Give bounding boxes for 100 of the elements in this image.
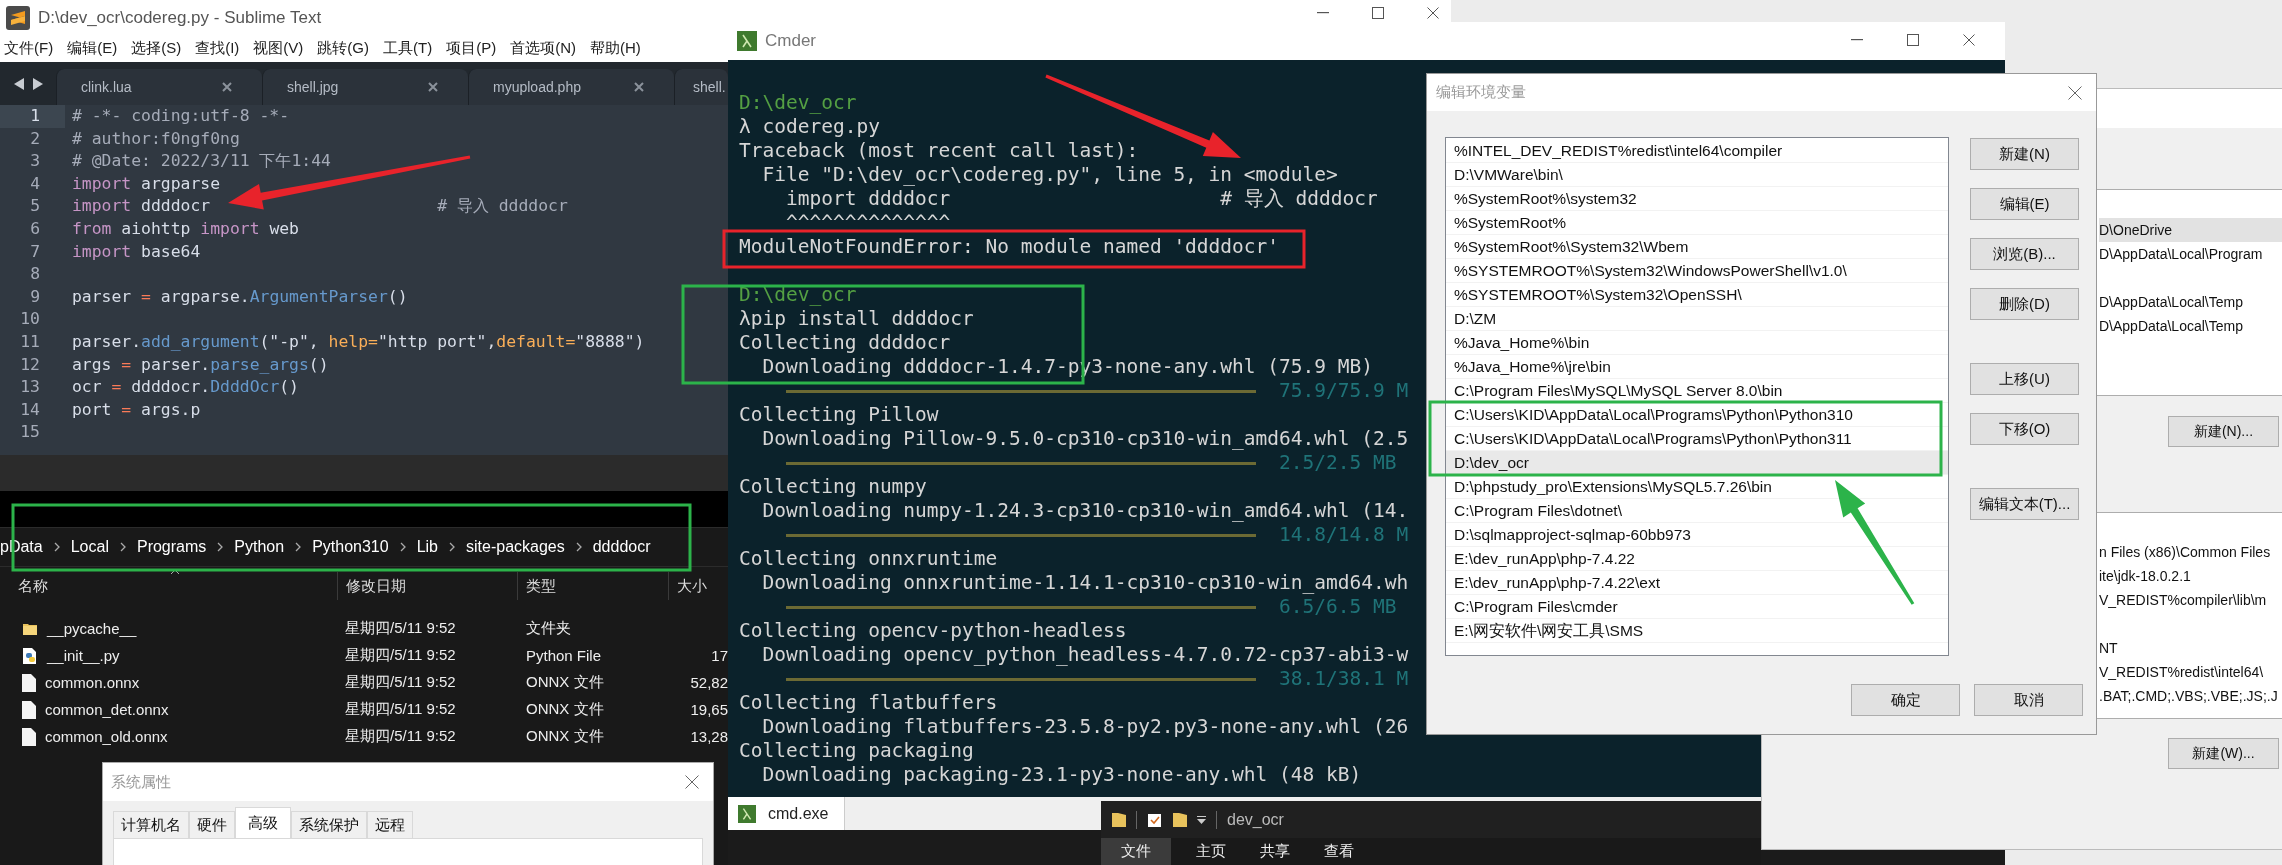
variable-row[interactable]: D\OneDrive bbox=[2099, 218, 2282, 242]
column-header[interactable]: 名称 bbox=[18, 576, 48, 596]
close-icon[interactable] bbox=[222, 82, 232, 92]
path-entry[interactable]: D:\VMWare\bin\ bbox=[1446, 163, 1948, 187]
ribbon-tab[interactable]: 主页 bbox=[1179, 838, 1243, 865]
dialog-button[interactable]: 下移(O) bbox=[1970, 413, 2079, 445]
dialog-button[interactable]: 删除(D) bbox=[1970, 288, 2079, 320]
variable-row[interactable]: V_REDIST%redist\intel64\ bbox=[2099, 660, 2282, 684]
dialog-tab[interactable]: 远程 bbox=[367, 811, 413, 838]
folder-icon[interactable] bbox=[1112, 811, 1126, 828]
menu-item[interactable]: 文件(F) bbox=[4, 39, 54, 58]
close-icon[interactable] bbox=[1963, 34, 1975, 46]
menu-item[interactable]: 首选项(N) bbox=[510, 39, 576, 58]
path-entry[interactable]: %Java_Home%\jre\bin bbox=[1446, 355, 1948, 379]
close-icon[interactable] bbox=[428, 82, 438, 92]
checkbox-icon[interactable] bbox=[1147, 811, 1163, 828]
variable-row[interactable]: ite\jdk-18.0.2.1 bbox=[2099, 564, 2282, 588]
path-entry[interactable]: D:\dev_ocr bbox=[1446, 451, 1948, 475]
path-entry[interactable]: %Java_Home%\bin bbox=[1446, 331, 1948, 355]
dialog-button[interactable]: 新建(N) bbox=[1970, 138, 2079, 170]
path-entry[interactable]: C:\Users\KID\AppData\Local\Programs\Python\Python310 bbox=[1446, 403, 1948, 427]
path-entry[interactable]: %SystemRoot%\system32 bbox=[1446, 187, 1948, 211]
file-name[interactable]: __init__.py bbox=[47, 647, 120, 664]
variable-row[interactable]: .BAT;.CMD;.VBS;.VBE;.JS;.J bbox=[2099, 684, 2282, 708]
new-button[interactable]: 新建(W)... bbox=[2168, 738, 2279, 769]
line-number: 5 bbox=[29, 195, 41, 218]
dropdown-caret-icon[interactable] bbox=[1197, 815, 1206, 824]
path-entry[interactable]: %SYSTEMROOT%\System32\OpenSSH\ bbox=[1446, 283, 1948, 307]
editor-tab[interactable]: myupload.php bbox=[468, 69, 674, 105]
breadcrumb-item[interactable]: Programs bbox=[136, 538, 207, 556]
dialog-tab[interactable]: 计算机名 bbox=[113, 811, 189, 838]
dialog-button[interactable]: 上移(U) bbox=[1970, 363, 2079, 395]
dialog-button[interactable]: 确定 bbox=[1851, 684, 1960, 716]
editor-tab[interactable]: shell. bbox=[674, 69, 728, 105]
menu-item[interactable]: 视图(V) bbox=[253, 39, 304, 58]
line-number: 13 bbox=[19, 376, 41, 399]
file-name[interactable]: __pycache__ bbox=[47, 620, 137, 637]
minimize-icon[interactable] bbox=[1317, 12, 1329, 14]
close-icon[interactable] bbox=[685, 775, 699, 789]
menu-item[interactable]: 项目(P) bbox=[446, 39, 497, 58]
forward-arrow-icon[interactable] bbox=[32, 77, 43, 90]
variable-row[interactable]: n Files (x86)\Common Files bbox=[2099, 540, 2282, 564]
menu-item[interactable]: 编辑(E) bbox=[67, 39, 118, 58]
dialog-button[interactable]: 浏览(B)... bbox=[1970, 238, 2079, 270]
path-entry[interactable]: %INTEL_DEV_REDIST%redist\intel64\compiler bbox=[1446, 139, 1948, 163]
ribbon-tab[interactable]: 文件 bbox=[1101, 838, 1171, 865]
file-name[interactable]: common.onnx bbox=[45, 674, 140, 691]
terminal-line: Collecting flatbuffers bbox=[739, 691, 999, 715]
terminal-line: Collecting onnxruntime bbox=[739, 547, 999, 571]
path-entry[interactable]: E:\网安软件\网安工具\SMS bbox=[1446, 619, 1948, 643]
editor-tab[interactable]: clink.lua bbox=[56, 69, 262, 105]
breadcrumb-item[interactable]: Local bbox=[70, 538, 109, 556]
back-arrow-icon[interactable] bbox=[13, 77, 24, 90]
variable-row[interactable]: D\AppData\Local\Program bbox=[2099, 242, 2282, 266]
breadcrumb-item[interactable]: site-packages bbox=[466, 538, 565, 556]
terminal-line: Collecting ddddocr bbox=[739, 331, 952, 355]
close-icon[interactable] bbox=[634, 82, 644, 92]
path-entry[interactable]: C:\Program Files\MySQL\MySQL Server 8.0\bin bbox=[1446, 379, 1948, 403]
terminal-line: ModuleNotFoundError: No module named 'ddddocr' bbox=[739, 235, 1281, 259]
menu-item[interactable]: 工具(T) bbox=[383, 39, 433, 58]
dialog-button[interactable]: 编辑文本(T)... bbox=[1970, 488, 2079, 520]
new-button[interactable]: 新建(N)... bbox=[2168, 416, 2279, 447]
dialog-button[interactable]: 取消 bbox=[1974, 684, 2083, 716]
editor-tab[interactable]: shell.jpg bbox=[262, 69, 468, 105]
dialog-tab[interactable]: 硬件 bbox=[189, 811, 235, 838]
path-entry[interactable]: %SystemRoot% bbox=[1446, 211, 1948, 235]
variable-row[interactable]: D\AppData\Local\Temp bbox=[2099, 290, 2282, 314]
menu-item[interactable]: 帮助(H) bbox=[590, 39, 641, 58]
folder-icon[interactable] bbox=[1173, 811, 1187, 828]
maximize-icon[interactable] bbox=[1372, 7, 1384, 19]
minimize-icon[interactable] bbox=[1851, 39, 1863, 41]
path-entry[interactable]: C:\Program Files\cmder bbox=[1446, 595, 1948, 619]
ribbon-tab[interactable]: 共享 bbox=[1243, 838, 1307, 865]
column-header[interactable]: 修改日期 bbox=[346, 576, 406, 596]
line-number: 3 bbox=[29, 150, 41, 173]
path-entry[interactable]: %SYSTEMROOT%\System32\WindowsPowerShell\v1.0\ bbox=[1446, 259, 1948, 283]
column-header[interactable]: 类型 bbox=[526, 576, 556, 596]
menu-item[interactable]: 查找(I) bbox=[195, 39, 240, 58]
breadcrumb-item[interactable]: Python310 bbox=[312, 538, 389, 556]
path-entry[interactable]: D:\ZM bbox=[1446, 307, 1948, 331]
close-icon[interactable] bbox=[2068, 85, 2082, 100]
column-header[interactable]: 大小 bbox=[677, 576, 707, 596]
maximize-icon[interactable] bbox=[1907, 34, 1919, 46]
path-entry[interactable]: %SystemRoot%\System32\Wbem bbox=[1446, 235, 1948, 259]
menu-item[interactable]: 跳转(G) bbox=[317, 39, 369, 58]
close-icon[interactable] bbox=[1427, 7, 1439, 19]
menu-item[interactable]: 选择(S) bbox=[131, 39, 182, 58]
terminal-tab[interactable]: cmd.exe bbox=[728, 797, 846, 830]
breadcrumb-item[interactable]: Lib bbox=[416, 538, 438, 556]
breadcrumb-item[interactable]: Python bbox=[234, 538, 285, 556]
breadcrumb-item[interactable]: ddddocr bbox=[592, 538, 651, 556]
dialog-tab[interactable]: 系统保护 bbox=[291, 811, 367, 838]
ribbon-tab[interactable]: 查看 bbox=[1307, 838, 1371, 865]
variable-row[interactable]: V_REDIST%compiler\lib\m bbox=[2099, 588, 2282, 612]
file-name[interactable]: common_old.onnx bbox=[45, 728, 168, 745]
dialog-button[interactable]: 编辑(E) bbox=[1970, 188, 2079, 220]
file-name[interactable]: common_det.onnx bbox=[45, 701, 169, 718]
variable-row[interactable]: D\AppData\Local\Temp bbox=[2099, 314, 2282, 338]
dialog-tab[interactable]: 高级 bbox=[235, 807, 291, 838]
variable-row[interactable]: NT bbox=[2099, 636, 2282, 660]
